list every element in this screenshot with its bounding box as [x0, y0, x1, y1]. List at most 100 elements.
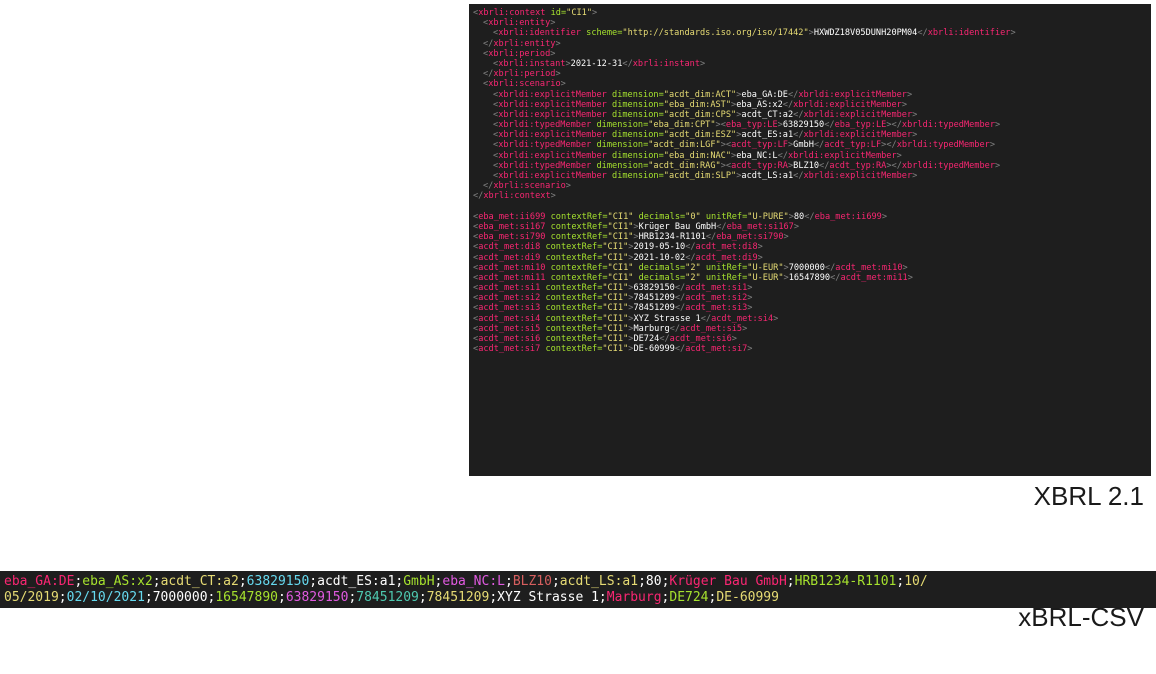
- code-token: </: [674, 283, 686, 294]
- csv-field: DE-60999: [716, 590, 779, 605]
- code-token: contextRef=: [545, 221, 608, 232]
- code-line: <eba_met:ii699 contextRef="CI1" decimals…: [473, 212, 1151, 222]
- csv-field: acdt_ES:a1: [317, 574, 396, 589]
- code-token: xbrldi:explicitMember: [793, 99, 902, 110]
- code-line: <xbrli:instant>2021-12-31</xbrli:instant…: [473, 59, 1151, 69]
- code-token: scheme=: [580, 28, 623, 39]
- code-token: </: [674, 293, 686, 304]
- code-token: acdt_met:si1: [478, 283, 541, 294]
- code-token: 78451209: [633, 303, 675, 314]
- code-token: </: [483, 181, 494, 192]
- code-token: xbrldi:typedMember: [901, 160, 996, 171]
- code-token: </: [886, 140, 897, 151]
- code-token: dimension=: [591, 160, 649, 171]
- code-token: xbrldi:typedMember: [498, 120, 592, 131]
- csv-field: 05/2019: [4, 590, 59, 605]
- code-token: xbrldi:explicitMember: [798, 89, 907, 100]
- code-token: xbrldi:explicitMember: [498, 99, 607, 110]
- code-token: xbrli:entity: [493, 38, 556, 49]
- code-token: xbrldi:typedMember: [498, 140, 592, 151]
- code-token: acdt_LS:a1: [741, 171, 794, 181]
- code-token: acdt_typ:LF: [824, 140, 882, 151]
- code-token: xbrli:period: [488, 48, 551, 59]
- code-token: </: [685, 252, 696, 263]
- csv-field: DE724: [669, 590, 709, 605]
- code-token: eba_typ:LE: [725, 120, 778, 131]
- code-token: eba_NC:L: [736, 150, 778, 161]
- code-token: </: [891, 160, 902, 171]
- code-token: "CI1": [602, 303, 629, 314]
- code-token: "eba_dim:AST": [663, 99, 732, 110]
- code-line: <acdt_met:si6 contextRef="CI1">DE724</ac…: [473, 334, 1151, 344]
- csv-field: eba_NC:L: [442, 574, 505, 589]
- code-token: contextRef=: [540, 252, 603, 263]
- code-token: acdt_met:si2: [685, 293, 748, 304]
- code-line: </xbrli:entity>: [473, 39, 1151, 49]
- code-token: DE724: [633, 334, 660, 344]
- code-token: xbrldi:typedMember: [896, 140, 990, 151]
- csv-field: BLZ10: [512, 574, 552, 589]
- code-token: acdt_met:si5: [680, 323, 743, 334]
- csv-field: 63829150: [246, 574, 310, 589]
- code-token: "acdt_dim:RAG": [648, 160, 721, 171]
- csv-field: 80: [645, 574, 662, 589]
- code-token: "acdt_dim:CPS": [663, 109, 737, 120]
- code-token: >: [757, 252, 763, 263]
- code-token: "U-EUR": [747, 272, 784, 283]
- code-token: xbrli:entity: [488, 18, 551, 29]
- code-token: acdt_CT:a2: [741, 109, 794, 120]
- code-token: >: [560, 79, 566, 90]
- code-token: xbrldi:typedMember: [498, 160, 592, 171]
- csv-field: 10/: [904, 574, 928, 589]
- code-token: xbrldi:explicitMember: [803, 130, 913, 141]
- code-token: </: [705, 232, 717, 243]
- code-token: </: [716, 221, 727, 232]
- code-token: contextRef=: [540, 303, 603, 314]
- code-token: id=: [545, 8, 567, 18]
- csv-separator: ;: [638, 574, 646, 589]
- code-token: xbrli:context: [478, 8, 546, 18]
- code-line: </xbrli:scenario>: [473, 181, 1151, 191]
- code-token: acdt_met:si4: [711, 313, 774, 324]
- csv-field: eba_GA:DE: [4, 574, 75, 589]
- code-token: dimension=: [606, 89, 664, 100]
- code-line: <xbrldi:explicitMember dimension="acdt_d…: [473, 110, 1151, 120]
- code-token: contextRef=: [540, 344, 603, 355]
- code-token: </: [674, 303, 686, 314]
- code-line: <xbrldi:explicitMember dimension="acdt_d…: [473, 171, 1151, 181]
- code-token: acdt_met:si5: [478, 323, 541, 334]
- code-line: <eba_met:si167 contextRef="CI1">Krüger B…: [473, 222, 1151, 232]
- code-token: acdt_typ:RA: [829, 160, 887, 171]
- code-token: </: [685, 242, 696, 253]
- code-token: >: [773, 313, 779, 324]
- csv-separator: ;: [418, 590, 427, 605]
- code-token: </: [813, 140, 825, 151]
- code-line: <xbrldi:typedMember dimension="eba_dim:C…: [473, 120, 1151, 130]
- code-token: "U-PURE": [747, 211, 789, 222]
- csv-separator: ;: [489, 590, 498, 605]
- code-token: acdt_met:si4: [478, 313, 541, 324]
- code-token: >: [881, 211, 888, 222]
- code-line: <xbrli:context id="CI1">: [473, 8, 1151, 18]
- code-token: >: [550, 191, 556, 202]
- code-token: >: [1010, 28, 1016, 39]
- csv-separator: ;: [786, 574, 795, 589]
- code-token: GmbH: [793, 140, 814, 151]
- code-token: HRB1234-R1101: [638, 232, 706, 243]
- code-token: decimals=: [633, 272, 686, 283]
- code-token: >: [555, 38, 561, 49]
- code-token: acdt_typ:RA: [731, 160, 788, 171]
- csv-field: 78451209: [426, 590, 490, 605]
- code-token: xbrldi:explicitMember: [498, 109, 607, 120]
- code-token: xbrldi:typedMember: [901, 120, 996, 131]
- code-token: "acdt_dim:ESZ": [663, 130, 737, 141]
- code-token: >: [555, 69, 561, 80]
- code-token: dimension=: [606, 99, 664, 110]
- code-token: 7000000: [788, 262, 825, 273]
- csv-separator: ;: [277, 590, 286, 605]
- code-token: contextRef=: [545, 232, 608, 243]
- code-token: acdt_met:di9: [478, 252, 541, 263]
- code-token: </: [793, 130, 804, 141]
- code-token: "0": [685, 211, 701, 222]
